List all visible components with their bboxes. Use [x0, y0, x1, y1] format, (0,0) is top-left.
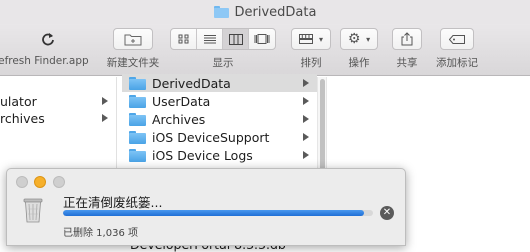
folder-icon	[213, 6, 229, 18]
view-group: 显示	[170, 28, 276, 70]
stop-button[interactable]: ✕	[380, 206, 394, 220]
tag-icon	[449, 34, 465, 44]
tags-group[interactable]: 添加标记	[432, 28, 482, 70]
window-title: DerivedData	[234, 4, 317, 20]
chevron-right-icon	[303, 133, 309, 141]
list-item[interactable]: Archives	[122, 110, 317, 128]
new-folder-button[interactable]	[113, 28, 153, 50]
close-icon: ✕	[382, 207, 392, 218]
close-button[interactable]	[16, 176, 28, 188]
tags-label: 添加标记	[436, 57, 478, 69]
list-view-icon[interactable]	[197, 29, 223, 49]
gallery-view-icon[interactable]	[249, 29, 275, 49]
arrange-button[interactable]: ▾	[291, 28, 331, 50]
share-group[interactable]: 共享	[390, 28, 424, 70]
refresh-icon[interactable]	[41, 28, 55, 50]
share-label: 共享	[396, 57, 418, 69]
zoom-button[interactable]	[53, 176, 65, 188]
add-tag-button[interactable]	[440, 28, 474, 50]
action-group[interactable]: ⚙ ▾ 操作	[340, 28, 378, 70]
view-label: 显示	[212, 57, 234, 69]
folder-icon	[129, 148, 146, 162]
minimize-button[interactable]	[34, 176, 46, 188]
icon-view-icon[interactable]	[171, 29, 197, 49]
column-view-icon[interactable]	[223, 29, 249, 49]
arrange-group[interactable]: ▾ 排列	[290, 28, 332, 70]
view-segmented-control[interactable]	[170, 28, 276, 50]
arrange-icon	[298, 34, 313, 44]
refresh-finder-label[interactable]: Refresh Finder.app	[0, 55, 89, 67]
chevron-right-icon	[102, 114, 108, 122]
share-button[interactable]	[392, 28, 422, 50]
folder-icon	[129, 112, 146, 126]
list-item[interactable]: rchives	[0, 109, 116, 127]
toolbar: Refresh Finder.app 新建文件夹 显示 ▾ 排列 ⚙ ▾ 操作 …	[0, 24, 530, 76]
action-chevron-down-icon: ▾	[366, 34, 371, 44]
gear-icon: ⚙	[347, 31, 361, 47]
action-label: 操作	[348, 57, 370, 69]
arrange-chevron-down-icon: ▾	[318, 34, 323, 44]
chevron-right-icon	[303, 115, 309, 123]
arrange-label: 排列	[300, 57, 322, 69]
folder-icon	[129, 94, 146, 108]
list-item[interactable]: ulator	[0, 92, 116, 110]
chevron-right-icon	[303, 97, 309, 105]
trash-icon	[23, 197, 43, 223]
dialog-title: 正在清倒废纸篓...	[63, 195, 163, 210]
list-item[interactable]: iOS Device Logs	[122, 146, 317, 164]
share-icon	[401, 32, 413, 46]
new-folder-icon	[124, 34, 142, 45]
progress-bar	[63, 210, 373, 216]
list-item-derived-data[interactable]: DerivedData	[122, 74, 317, 92]
chevron-right-icon	[303, 151, 309, 159]
progress-fill	[63, 210, 364, 216]
list-item[interactable]: iOS DeviceSupport	[122, 128, 317, 146]
action-button[interactable]: ⚙ ▾	[340, 28, 378, 50]
deleted-count-status: 已删除 1,036 项	[63, 228, 138, 239]
folder-icon	[129, 76, 146, 90]
refresh-finder-group[interactable]: Refresh Finder.app	[0, 28, 96, 67]
empty-trash-progress-dialog: 正在清倒废纸篓... ✕ 已删除 1,036 项	[6, 168, 406, 246]
chevron-right-icon	[102, 97, 108, 105]
folder-icon	[129, 130, 146, 144]
list-item[interactable]: UserData	[122, 92, 317, 110]
new-folder-label: 新建文件夹	[106, 57, 160, 69]
title-bar: DerivedData	[0, 0, 530, 24]
chevron-right-icon	[303, 79, 309, 87]
new-folder-group[interactable]: 新建文件夹	[103, 28, 163, 70]
